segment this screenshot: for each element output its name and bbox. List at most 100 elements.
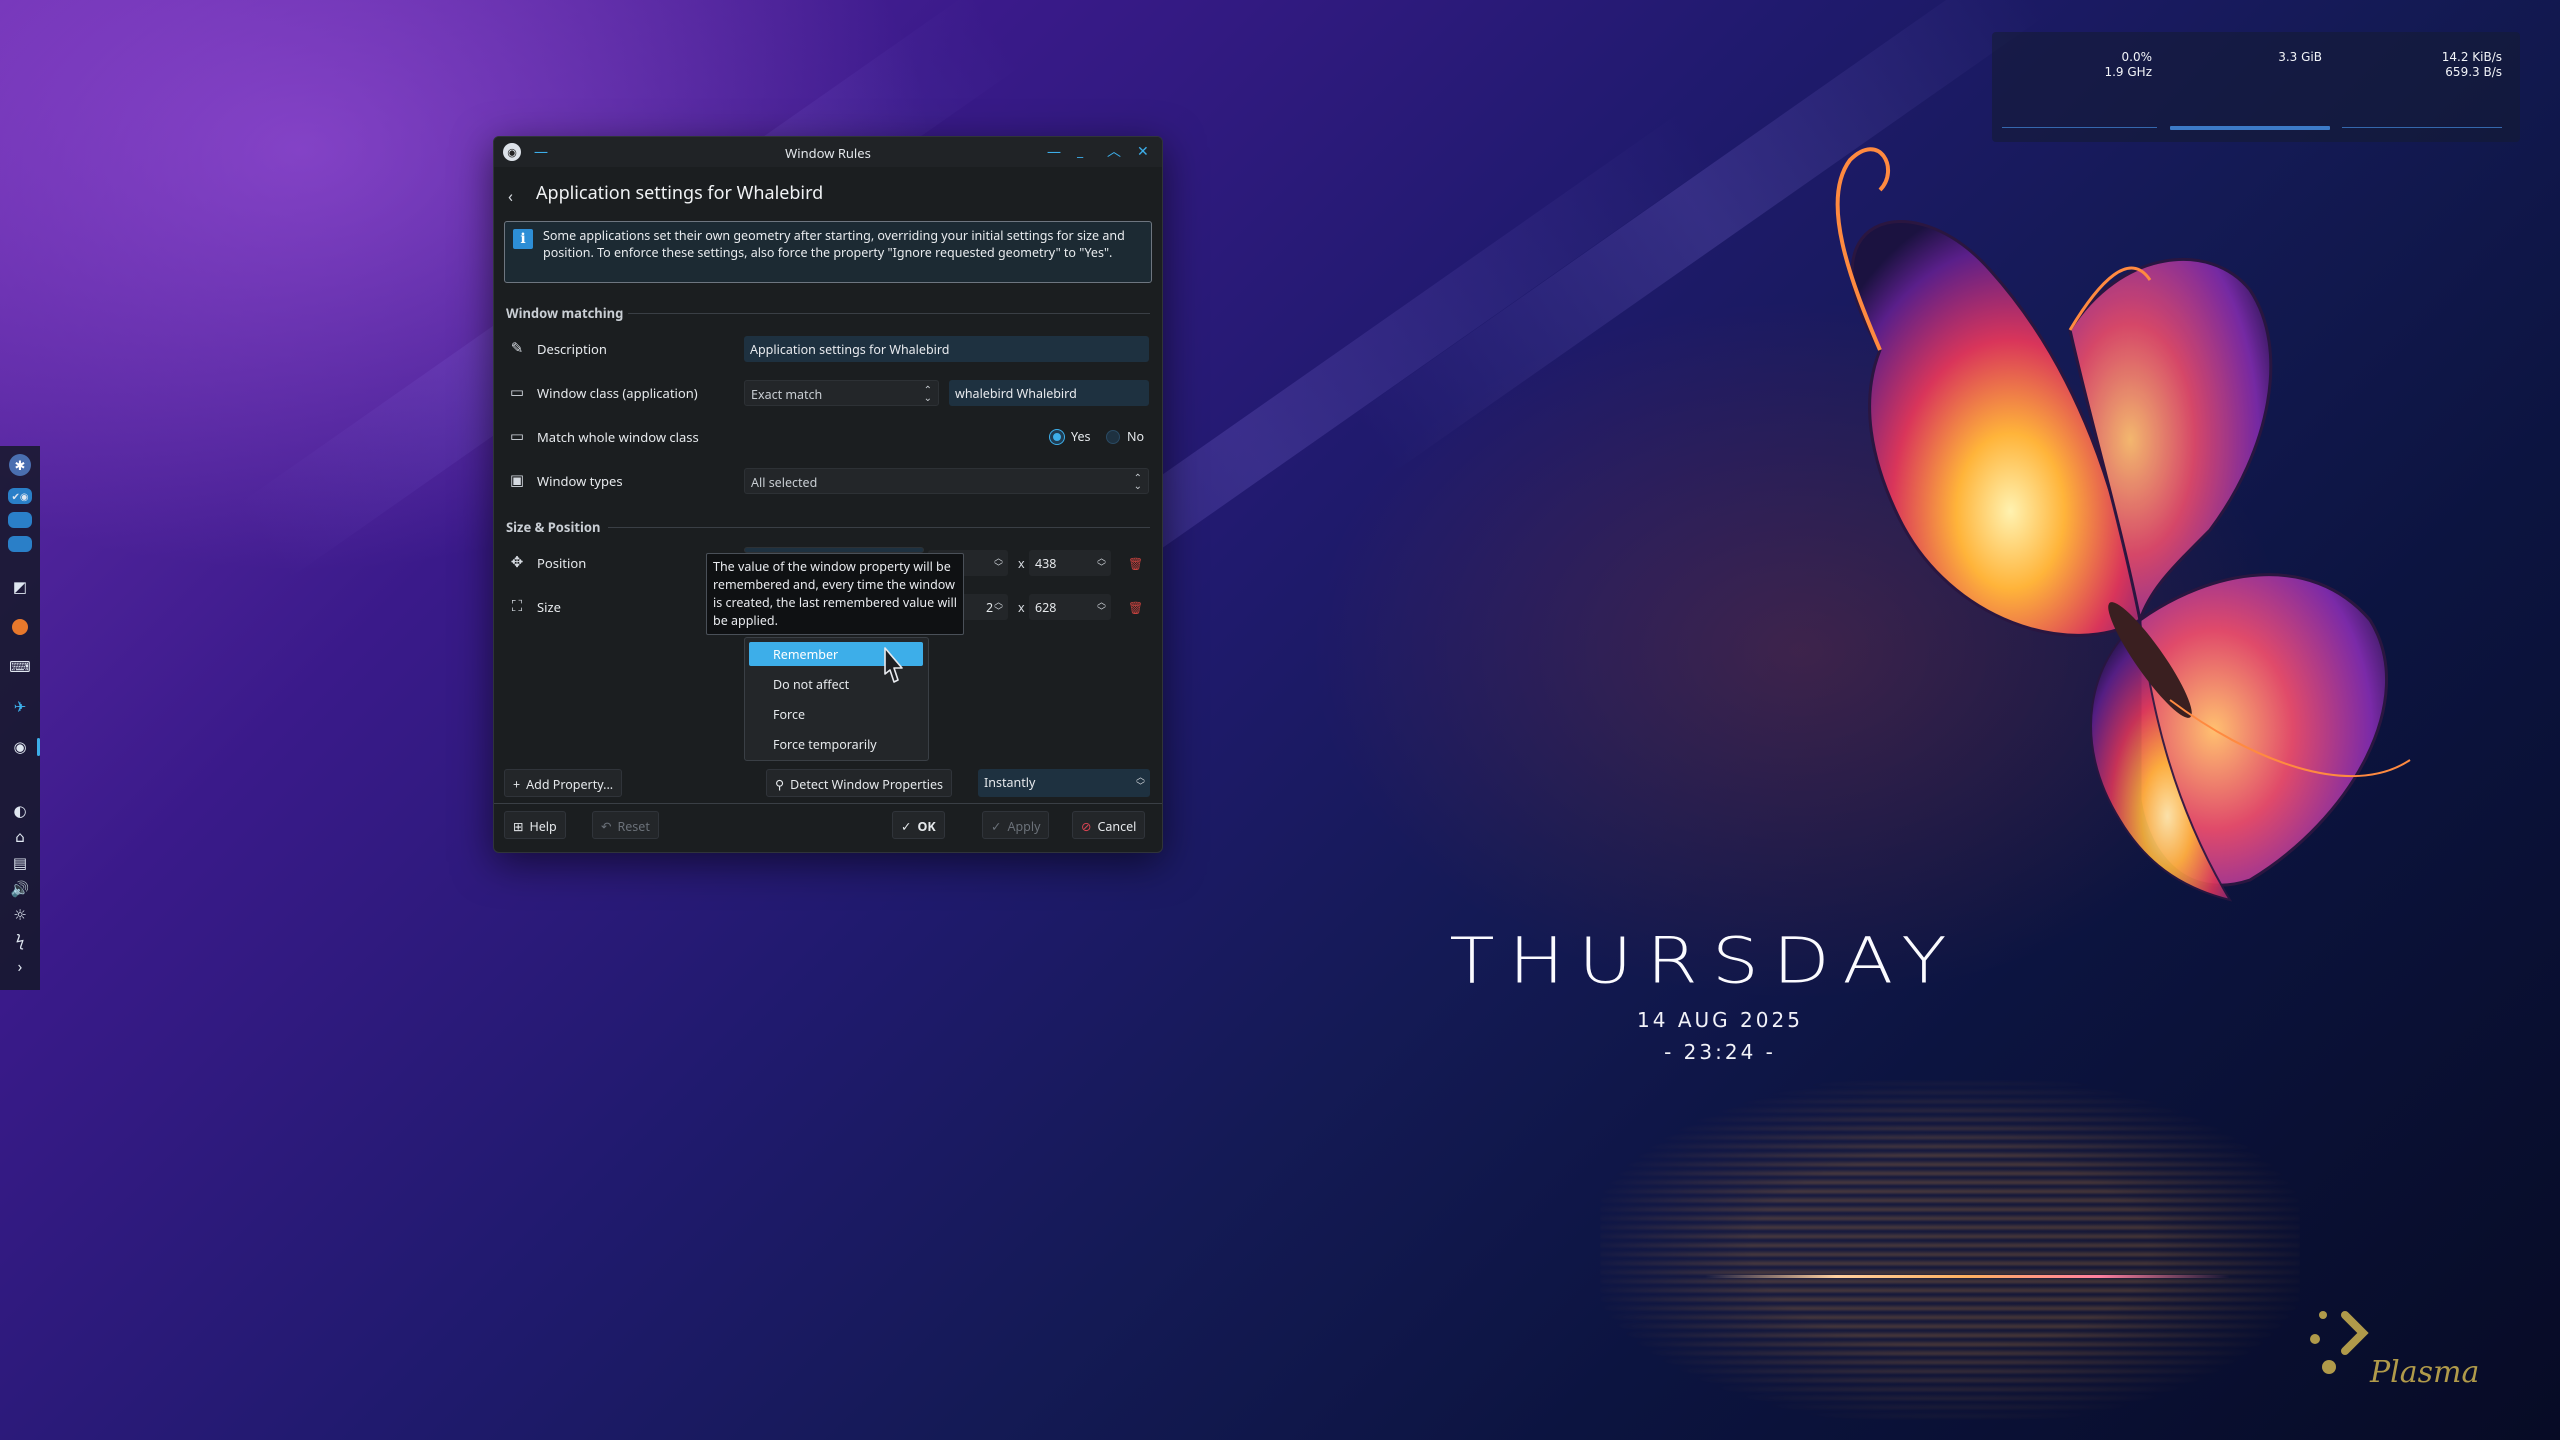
detect-window-properties-button[interactable]: ⚲ Detect Window Properties (766, 769, 953, 797)
detect-delay-value: Instantly (984, 774, 1036, 791)
policy-tooltip: The value of the window property will be… (706, 553, 964, 635)
description-label: Description (537, 340, 607, 358)
clipboard-tray-icon[interactable]: ▤ (8, 852, 32, 874)
back-arrow-icon[interactable]: ‹ (508, 185, 513, 207)
left-panel: ✱ ✔◉ ◩ ⌨ ✈ ◉ ◐ ⌂ ▤ 🔊 ☼ ϟ › (0, 446, 40, 990)
app-launcher-icon[interactable]: ✱ (8, 454, 32, 476)
window-types-icon: ▣ (509, 470, 525, 490)
clock-time: - 23:24 - (1664, 1040, 1776, 1064)
system-monitor-widget[interactable]: 0.0% 1.9 GHz 3.3 GiB 14.2 KiB/s 659.3 B/… (1992, 32, 2520, 142)
match-whole-no-label[interactable]: No (1127, 428, 1144, 445)
mouse-pointer-icon (884, 647, 903, 683)
network-upload: 659.3 B/s (2445, 65, 2502, 79)
plasma-logo-icon (2310, 1311, 2369, 1374)
plasma-wordmark: Plasma (2370, 1355, 2480, 1390)
volume-tray-icon[interactable]: 🔊 (8, 878, 32, 900)
memory-usage: 3.3 GiB (2278, 50, 2322, 64)
window-class-field[interactable]: whalebird Whalebird (949, 380, 1149, 406)
spin-arrows-icon[interactable]: ︿ ﹀ (1136, 772, 1145, 790)
check-icon: ✓ (991, 818, 1002, 835)
match-whole-no-radio[interactable] (1106, 430, 1120, 444)
help-button[interactable]: ⊞ Help (504, 811, 566, 839)
memory-readout: 3.3 GiB (2212, 50, 2322, 65)
page-title: Application settings for Whalebird (536, 181, 824, 205)
spin-arrows-icon[interactable]: ︿ ﹀ (1097, 597, 1106, 615)
description-field[interactable]: Application settings for Whalebird (744, 336, 1149, 362)
pencil-icon: ✎ (510, 338, 524, 358)
add-property-button[interactable]: + Add Property... (504, 769, 623, 797)
position-y-spinbox[interactable]: 438 ︿ ﹀ (1029, 550, 1111, 576)
apply-button[interactable]: ✓ Apply (982, 811, 1050, 839)
steam-icon[interactable]: ◐ (8, 800, 32, 822)
water-reflection (1600, 1080, 2300, 1420)
terminal-icon[interactable]: ⌨ (8, 656, 32, 678)
network-download: 14.2 KiB/s (2441, 50, 2502, 64)
task-button-icon[interactable] (8, 512, 32, 528)
window-class-match-value: Exact match (751, 386, 823, 403)
network-tray-icon[interactable]: ⌂ (8, 826, 32, 848)
brightness-tray-icon[interactable]: ☼ (8, 904, 32, 926)
info-message-text: Some applications set their own geometry… (543, 227, 1125, 261)
menu-item-force-temporarily[interactable]: Force temporarily (749, 732, 923, 756)
resize-icon: ⛶ (511, 596, 523, 616)
undo-icon: ↶ (601, 818, 612, 835)
network-graph (2342, 127, 2502, 128)
match-whole-yes-radio[interactable] (1050, 430, 1064, 444)
shade-icon[interactable]: — (1047, 143, 1061, 161)
close-icon[interactable]: ✕ (1137, 143, 1149, 161)
minimize-icon[interactable]: _ (1077, 143, 1083, 161)
search-icon: ⚲ (775, 776, 785, 793)
spin-arrows-icon[interactable]: ︿ ﹀ (994, 597, 1003, 615)
chevron-right-icon[interactable]: › (8, 956, 32, 978)
info-message: i Some applications set their own geomet… (504, 221, 1152, 283)
position-y-value: 438 (1035, 555, 1057, 572)
size-height-spinbox[interactable]: 628 ︿ ﹀ (1029, 594, 1111, 620)
updown-icon: ⌃ ⌄ (1133, 470, 1142, 492)
window-class-match-select[interactable]: Exact match ⌃ ⌄ (744, 380, 939, 406)
section-size-position: Size & Position (506, 518, 601, 536)
match-whole-yes-label[interactable]: Yes (1071, 428, 1091, 445)
menu-item-force[interactable]: Force (749, 702, 923, 726)
multiply-sign: x (1018, 599, 1025, 616)
detect-delay-select[interactable]: Instantly ︿ ﹀ (978, 769, 1150, 797)
footer-divider (494, 803, 1162, 804)
titlebar[interactable]: ◉ — Window Rules — _ ︿ ✕ (494, 137, 1162, 167)
spin-arrows-icon[interactable]: ︿ ﹀ (1097, 553, 1106, 571)
spin-arrows-icon[interactable]: ︿ ﹀ (994, 553, 1003, 571)
firefox-icon[interactable] (8, 616, 32, 638)
size-height-value: 628 (1035, 599, 1057, 616)
section-divider (608, 527, 1150, 528)
memory-graph (2170, 126, 2330, 130)
cpu-frequency: 1.9 GHz (2104, 65, 2152, 79)
move-icon: ✥ (510, 552, 524, 572)
clock-date: 14 AUG 2025 (1637, 1008, 1803, 1032)
window-types-select[interactable]: All selected ⌃ ⌄ (744, 468, 1149, 494)
window-icon: ▭ (509, 426, 525, 446)
window-title: Window Rules (785, 144, 871, 162)
position-label: Position (537, 554, 587, 572)
task-button-icon[interactable] (8, 536, 32, 552)
delete-size-icon[interactable]: 🗑 (1128, 599, 1143, 616)
horizon-glow (1705, 1275, 2230, 1278)
window-types-value: All selected (751, 474, 818, 491)
discover-icon[interactable]: ◩ (8, 576, 32, 598)
power-tray-icon[interactable]: ϟ (8, 930, 32, 952)
check-icon: ✓ (901, 818, 912, 835)
help-icon: ⊞ (513, 818, 524, 835)
ok-button[interactable]: ✓ OK (892, 811, 945, 839)
cancel-button[interactable]: ⊘ Cancel (1072, 811, 1146, 839)
butterfly-wallpaper (1835, 147, 2411, 902)
window-class-label: Window class (application) (537, 384, 698, 402)
maximize-icon[interactable]: ︿ (1107, 143, 1121, 161)
window-icon: ▭ (509, 382, 525, 402)
cancel-icon: ⊘ (1081, 818, 1092, 835)
task-whalebird-icon[interactable]: ✔◉ (8, 488, 32, 504)
cpu-usage: 0.0% (2121, 50, 2153, 64)
size-width-value: 2 (986, 599, 994, 616)
whalebird-icon[interactable]: ◉ (8, 736, 40, 758)
telegram-icon[interactable]: ✈ (8, 696, 32, 718)
info-icon: i (513, 229, 533, 249)
reset-button[interactable]: ↶ Reset (592, 811, 659, 839)
plus-icon: + (513, 776, 521, 793)
delete-position-icon[interactable]: 🗑 (1128, 555, 1143, 572)
